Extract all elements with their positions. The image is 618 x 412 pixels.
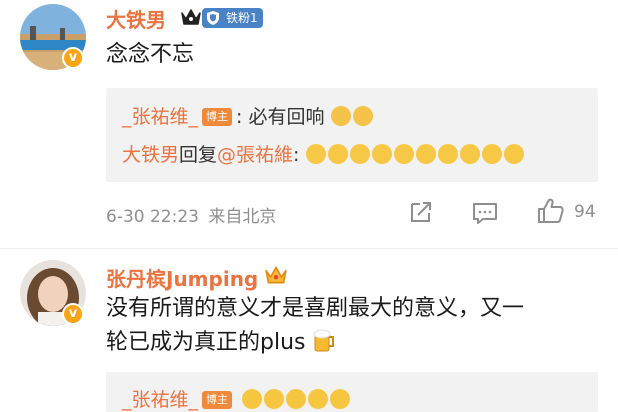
cry-emoji-icon bbox=[349, 144, 370, 164]
comment-icon[interactable] bbox=[471, 201, 499, 225]
reply-line: _张祐维_ 博主 bbox=[122, 385, 352, 412]
like-count: 94 bbox=[574, 202, 596, 222]
cry-emoji-icon bbox=[393, 144, 414, 164]
host-badge: 博主 bbox=[202, 108, 233, 126]
sweat-emoji-icon bbox=[437, 144, 458, 164]
shield-icon bbox=[207, 11, 219, 25]
crown-icon bbox=[181, 9, 201, 25]
verified-badge-icon: v bbox=[62, 303, 84, 325]
reply-line: 大铁男回复@張祐維: bbox=[122, 140, 526, 167]
verified-badge-icon: v bbox=[62, 47, 84, 69]
timestamp: 6-30 22:23 bbox=[106, 207, 199, 227]
reply-box[interactable]: _张祐维_ 博主: 必有回响 大铁男回复@張祐維: bbox=[106, 88, 598, 182]
comment-text-line1: 没有所谓的意义才是喜剧最大的意义，又一 bbox=[106, 296, 525, 321]
reply-label: 回复 bbox=[179, 144, 218, 166]
comment-item: v 大铁男 铁粉1 念念不忘 _张祐维_ 博主: 必有回响 大铁男回复@張祐維: … bbox=[0, 0, 618, 250]
emoji-icon bbox=[286, 389, 307, 409]
sweat-emoji-icon bbox=[459, 144, 480, 164]
comment-text: 念念不忘 bbox=[106, 42, 195, 67]
fan-badge: 铁粉1 bbox=[202, 8, 263, 28]
comment-text-line2: 轮已成为真正的plus bbox=[106, 326, 336, 360]
fan-badge-label: 铁粉1 bbox=[226, 11, 258, 25]
sweat-emoji-icon bbox=[481, 144, 502, 164]
cry-emoji-icon bbox=[371, 144, 392, 164]
location: 来自北京 bbox=[208, 207, 277, 227]
reply-author[interactable]: _张祐维_ bbox=[122, 106, 198, 128]
hug-emoji-icon bbox=[352, 106, 373, 126]
emoji-icon bbox=[330, 389, 351, 409]
reply-colon: : bbox=[293, 144, 300, 166]
hug-emoji-icon bbox=[330, 106, 351, 126]
emoji-icon bbox=[264, 389, 285, 409]
cry-emoji-icon bbox=[305, 144, 326, 164]
cry-emoji-icon bbox=[327, 144, 348, 164]
emoji-icon bbox=[308, 389, 329, 409]
divider bbox=[0, 248, 618, 249]
comment-meta: 6-30 22:23 来自北京 bbox=[106, 202, 276, 227]
username[interactable]: 大铁男 bbox=[106, 4, 166, 33]
crown-icon bbox=[265, 266, 287, 284]
reply-box[interactable]: _张祐维_ 博主 bbox=[106, 372, 598, 412]
reply-line: _张祐维_ 博主: 必有回响 bbox=[122, 102, 375, 129]
mention-link[interactable]: @張祐維 bbox=[217, 144, 293, 166]
host-badge: 博主 bbox=[202, 391, 233, 409]
reply-author[interactable]: _张祐维_ bbox=[122, 389, 198, 411]
comment-item: v 张丹槟Jumping 没有所谓的意义才是喜剧最大的意义，又一 轮已成为真正的… bbox=[0, 250, 618, 412]
like-icon[interactable] bbox=[536, 197, 566, 225]
share-icon[interactable] bbox=[408, 200, 434, 224]
sweat-emoji-icon bbox=[503, 144, 524, 164]
emoji-icon bbox=[242, 389, 263, 409]
reply-text: : 必有回响 bbox=[236, 106, 325, 128]
sweat-emoji-icon bbox=[415, 144, 436, 164]
beer-icon bbox=[313, 329, 335, 352]
reply-author[interactable]: 大铁男 bbox=[122, 144, 179, 166]
username[interactable]: 张丹槟Jumping bbox=[106, 263, 258, 292]
comment-text: 轮已成为真正的plus bbox=[106, 330, 306, 355]
